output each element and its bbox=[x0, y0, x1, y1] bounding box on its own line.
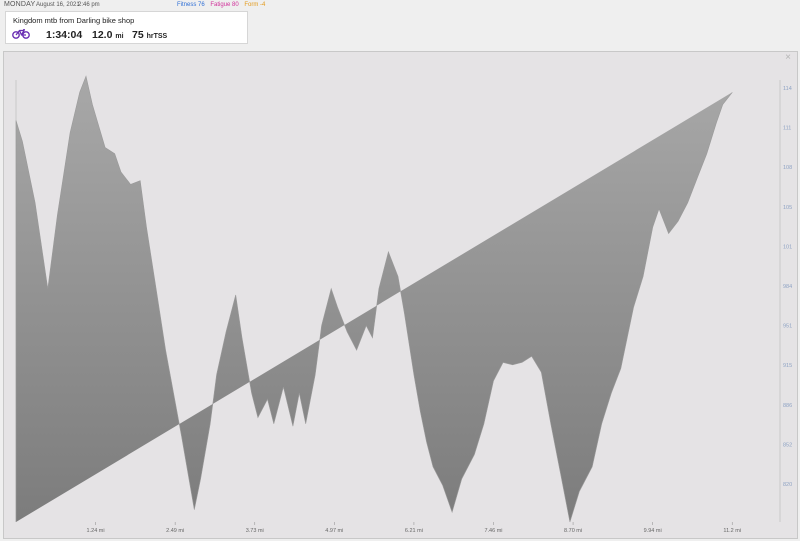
y-tick-label: 111 bbox=[783, 126, 791, 132]
elevation-area bbox=[15, 75, 733, 523]
tss-unit: hrTSS bbox=[146, 33, 168, 40]
y-tick-label: 984 bbox=[783, 284, 792, 290]
weekday-label: MONDAY bbox=[4, 1, 36, 8]
activity-title: Kingdom mtb from Darling bike shop bbox=[13, 16, 135, 25]
elevation-chart-panel: × 1.24 mi 2.49 mi 3.73 mi 4.97 mi 6.21 mi 7.4… bbox=[3, 51, 798, 539]
calendar-day-header: MONDAY August 16, 2021 2:46 pm Fitness 7… bbox=[0, 0, 800, 10]
distance-stat: 12.0 mi bbox=[92, 29, 124, 41]
x-tick-label: 6.21 mi bbox=[405, 528, 423, 534]
fatigue-value: Fatigue 80 bbox=[210, 2, 239, 8]
x-tick-label: 7.46 mi bbox=[484, 528, 502, 534]
tss-stat: 75 hrTSS bbox=[132, 29, 167, 41]
x-tick-label: 1.24 mi bbox=[87, 528, 105, 534]
distance-value: 12.0 bbox=[92, 29, 113, 41]
bicycle-icon bbox=[12, 29, 30, 39]
y-tick-label: 101 bbox=[783, 244, 792, 250]
y-tick-label: 114 bbox=[783, 86, 792, 92]
y-tick-label: 915 bbox=[783, 363, 792, 369]
y-tick-label: 886 bbox=[783, 403, 792, 409]
y-tick-label: 951 bbox=[783, 324, 792, 330]
tss-value: 75 bbox=[132, 29, 144, 41]
y-tick-label: 105 bbox=[783, 205, 792, 211]
elevation-chart[interactable]: 1.24 mi 2.49 mi 3.73 mi 4.97 mi 6.21 mi 7.46 … bbox=[4, 52, 797, 538]
y-tick-label: 852 bbox=[783, 442, 792, 448]
x-tick-label: 8.70 mi bbox=[564, 528, 582, 534]
y-tick-label: 108 bbox=[783, 165, 792, 171]
x-tick-label: 9.94 mi bbox=[644, 528, 662, 534]
x-tick-label: 3.73 mi bbox=[246, 528, 264, 534]
x-tick-label: 2.49 mi bbox=[166, 528, 184, 534]
form-value: Form -4 bbox=[244, 2, 266, 8]
x-tick-label: 11.2 mi bbox=[723, 528, 741, 534]
fitness-metrics: Fitness 76 Fatigue 80 Form -4 bbox=[177, 0, 269, 10]
date-label: August 16, 2021 bbox=[36, 2, 80, 8]
x-tick-label: 4.97 mi bbox=[325, 528, 343, 534]
duration-value: 1:34:04 bbox=[46, 29, 83, 41]
time-label: 2:46 pm bbox=[78, 2, 100, 8]
fitness-value: Fitness 76 bbox=[177, 2, 205, 8]
activity-summary-card[interactable]: Kingdom mtb from Darling bike shop 1:34:… bbox=[5, 11, 248, 44]
y-tick-label: 820 bbox=[783, 482, 792, 488]
distance-unit: mi bbox=[115, 33, 124, 40]
